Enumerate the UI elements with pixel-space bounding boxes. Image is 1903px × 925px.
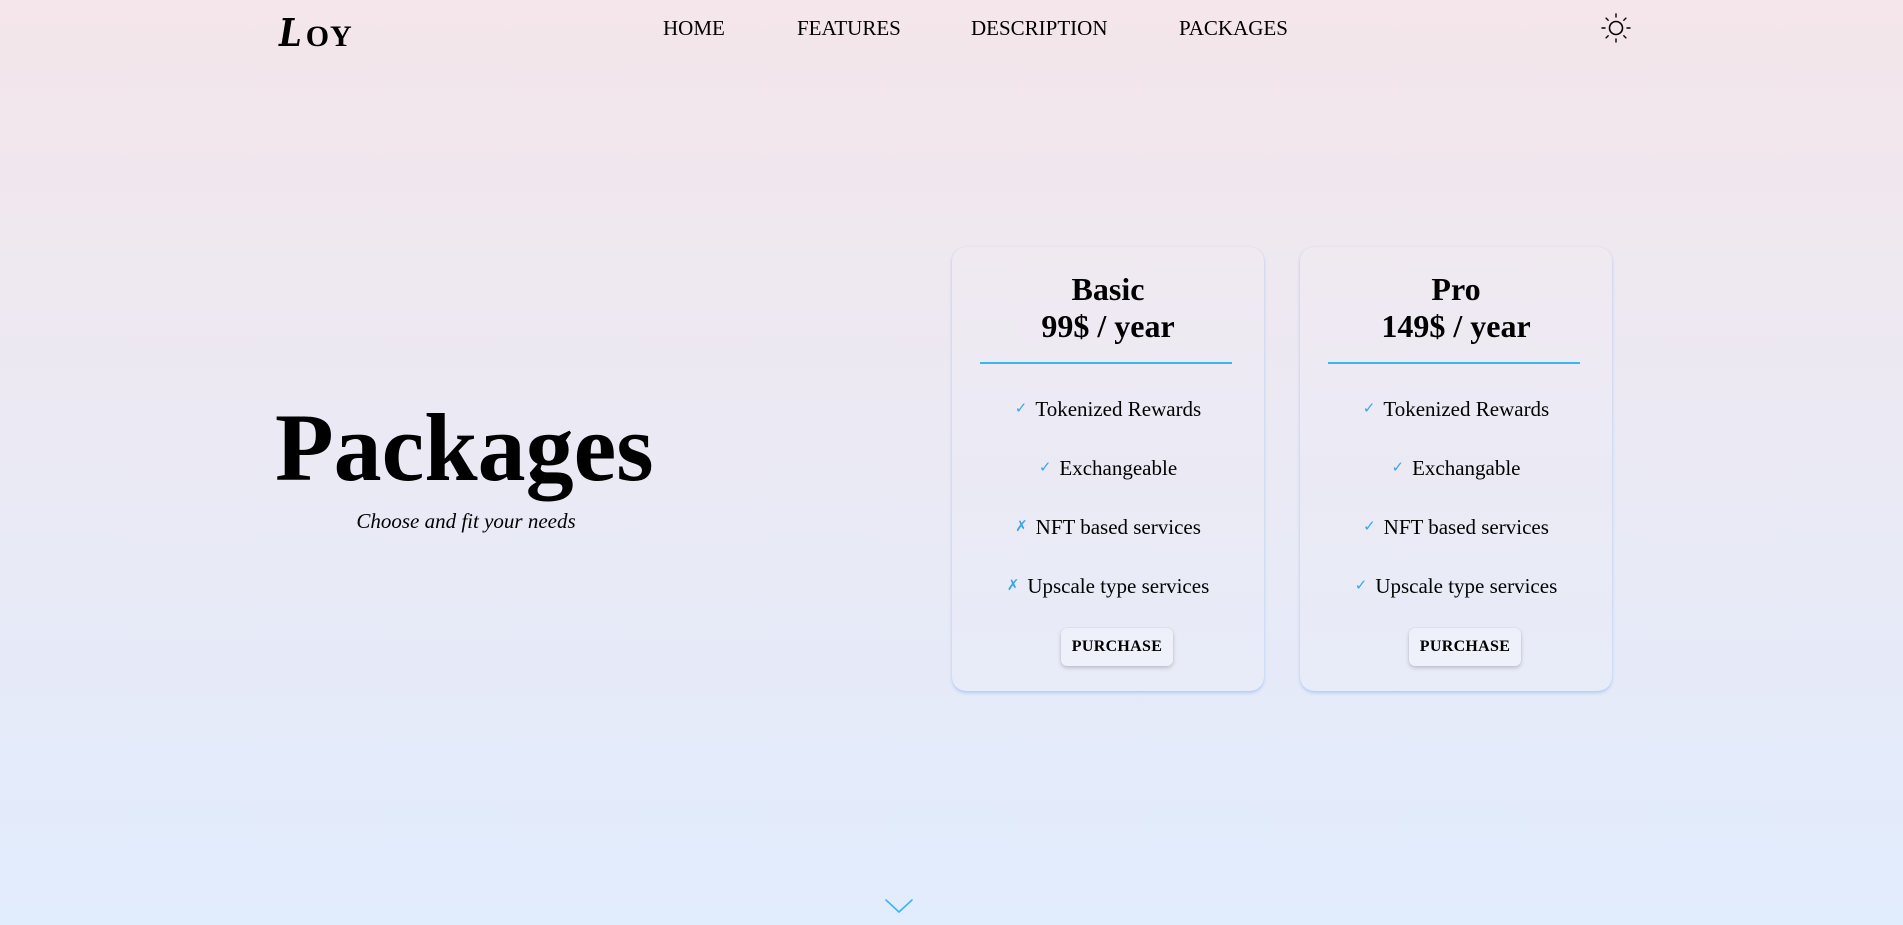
check-icon: ✓ bbox=[1014, 399, 1028, 417]
sun-icon bbox=[1601, 13, 1631, 43]
chevron-down-icon bbox=[885, 899, 913, 913]
feature-label: Exchangeable bbox=[1059, 456, 1178, 480]
feature-item: ✓ Tokenized Rewards bbox=[952, 397, 1264, 456]
feature-label: Exchangable bbox=[1412, 456, 1521, 480]
card-divider bbox=[980, 362, 1232, 364]
card-divider bbox=[1328, 362, 1580, 364]
nav-features[interactable]: FEATURES bbox=[797, 16, 901, 41]
feature-label: Upscale type services bbox=[1375, 574, 1558, 598]
feature-label: NFT based services bbox=[1383, 515, 1549, 539]
feature-label: Tokenized Rewards bbox=[1035, 397, 1202, 421]
feature-list: ✓ Tokenized Rewards ✓ Exchangeable ✗ NFT… bbox=[952, 397, 1264, 633]
package-price: 149$ / year bbox=[1381, 308, 1531, 344]
theme-toggle-button[interactable] bbox=[1600, 12, 1632, 44]
purchase-button-basic[interactable]: PURCHASE bbox=[1061, 628, 1173, 666]
check-icon: ✓ bbox=[1391, 458, 1405, 476]
package-card-basic: Basic 99$ / year ✓ Tokenized Rewards ✓ E… bbox=[952, 247, 1264, 691]
package-price: 99$ / year bbox=[1041, 308, 1175, 344]
feature-item: ✗ Upscale type services bbox=[952, 574, 1264, 633]
check-icon: ✓ bbox=[1363, 517, 1376, 535]
nav-packages[interactable]: PACKAGES bbox=[1179, 16, 1288, 41]
feature-item: ✗ NFT based services bbox=[952, 515, 1264, 574]
page-title: Packages bbox=[275, 394, 654, 501]
feature-label: Tokenized Rewards bbox=[1383, 397, 1550, 421]
feature-list: ✓ Tokenized Rewards ✓ Exchangable ✓ NFT … bbox=[1300, 397, 1612, 633]
feature-item: ✓ Exchangable bbox=[1300, 456, 1612, 515]
cross-icon: ✗ bbox=[1015, 517, 1028, 535]
purchase-button-pro[interactable]: PURCHASE bbox=[1409, 628, 1521, 666]
page-subtitle: Choose and fit your needs bbox=[356, 509, 576, 533]
cross-icon: ✗ bbox=[1006, 576, 1020, 594]
nav-home[interactable]: HOME bbox=[663, 16, 725, 41]
check-icon: ✓ bbox=[1354, 576, 1368, 594]
feature-item: ✓ Tokenized Rewards bbox=[1300, 397, 1612, 456]
feature-item: ✓ Exchangeable bbox=[952, 456, 1264, 515]
check-icon: ✓ bbox=[1038, 458, 1052, 476]
feature-label: Upscale type services bbox=[1027, 574, 1210, 598]
package-card-pro: Pro 149$ / year ✓ Tokenized Rewards ✓ Ex… bbox=[1300, 247, 1612, 691]
feature-item: ✓ NFT based services bbox=[1300, 515, 1612, 574]
nav-description[interactable]: DESCRIPTION bbox=[971, 16, 1108, 41]
scroll-down-button[interactable] bbox=[885, 898, 913, 914]
check-icon: ✓ bbox=[1362, 399, 1376, 417]
package-name: Basic bbox=[1071, 271, 1145, 307]
feature-item: ✓ Upscale type services bbox=[1300, 574, 1612, 633]
package-name: Pro bbox=[1431, 271, 1481, 307]
feature-label: NFT based services bbox=[1035, 515, 1201, 539]
